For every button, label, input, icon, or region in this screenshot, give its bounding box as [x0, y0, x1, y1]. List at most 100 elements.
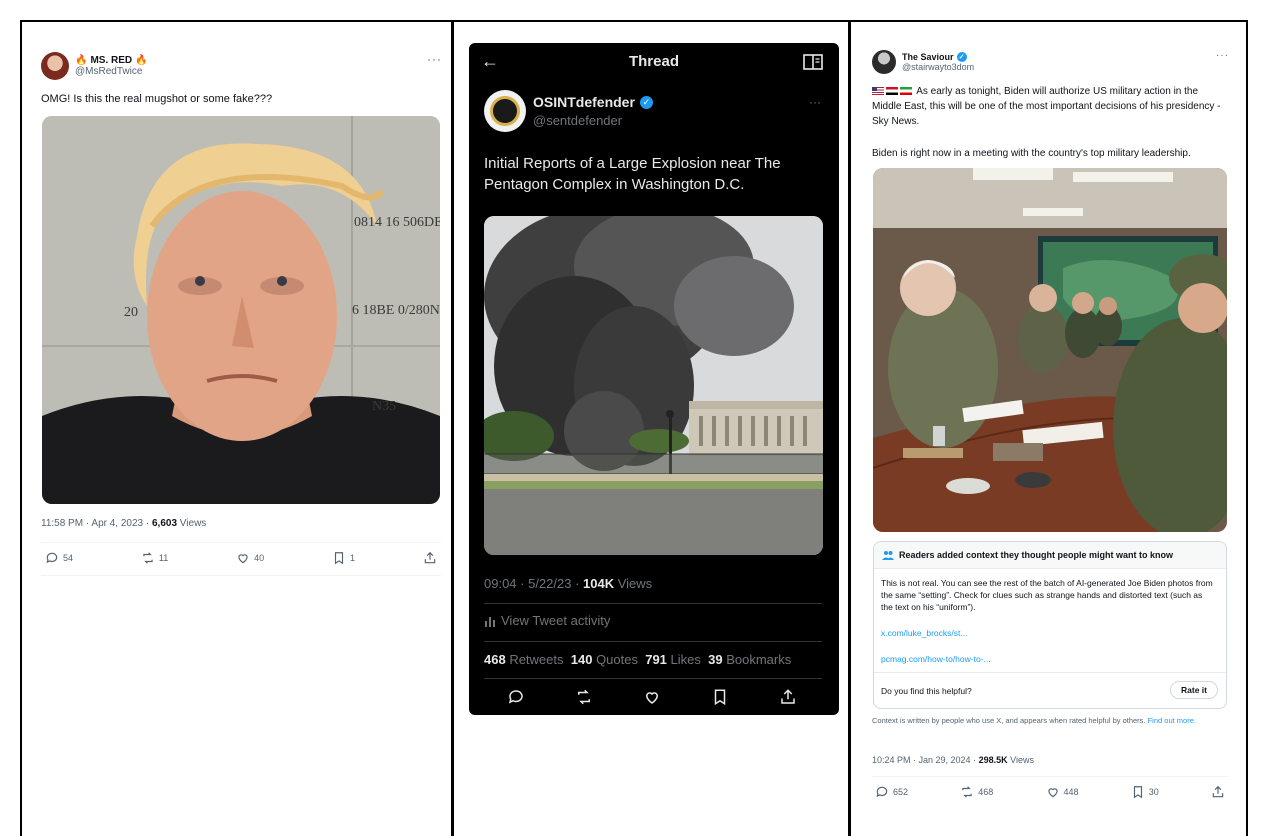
- reply-button[interactable]: 652: [875, 785, 908, 799]
- disclaimer-text: Context is written by people who use X, …: [872, 716, 1146, 725]
- bookmark-count: 30: [1148, 787, 1159, 797]
- timestamp-text: 09:04 · 5/22/23 ·: [484, 576, 584, 591]
- display-name[interactable]: The Saviour: [902, 52, 954, 62]
- reply-icon: [876, 786, 888, 798]
- separator: [872, 776, 1228, 777]
- tweet-stats: 468 Retweets 140 Quotes 791 Likes 39 Boo…: [484, 652, 791, 667]
- bar-chart-icon: [485, 616, 495, 627]
- iran-flag-icon: [900, 87, 912, 96]
- display-name[interactable]: MS. RED: [90, 55, 132, 66]
- timestamp-text: 11:58 PM · Apr 4, 2023 ·: [41, 518, 152, 529]
- fire-icon: 🔥: [75, 55, 88, 66]
- tweet-text: Initial Reports of a Large Explosion nea…: [484, 155, 781, 193]
- reply-icon: [46, 552, 58, 564]
- more-options-icon[interactable]: ···: [1216, 50, 1229, 61]
- us-flag-icon: [872, 87, 884, 96]
- activity-label: View Tweet activity: [501, 613, 611, 628]
- reader-icon[interactable]: [803, 54, 823, 70]
- separator: [41, 542, 441, 543]
- heart-icon: [238, 554, 248, 564]
- like-button[interactable]: 448: [1046, 785, 1079, 799]
- avatar[interactable]: [872, 50, 896, 74]
- note-link[interactable]: x.com/luke_brocks/st...: [881, 628, 967, 638]
- like-count: 40: [254, 553, 265, 563]
- egypt-flag-icon: [886, 87, 898, 96]
- stat-value: 791: [645, 652, 667, 667]
- image-text: N35: [372, 399, 396, 414]
- reply-button[interactable]: 54: [45, 551, 73, 565]
- shield-logo-icon: [490, 96, 520, 126]
- stat-value: 140: [570, 652, 593, 667]
- more-options-icon[interactable]: ···: [427, 52, 442, 66]
- tweet-card-2: ← Thread OSINTdefender ✓ @sentdefender ·…: [469, 43, 839, 715]
- retweet-count: 11: [158, 553, 169, 563]
- bookmark-count: 1: [350, 553, 356, 563]
- share-icon: [424, 551, 436, 564]
- retweet-icon[interactable]: [575, 688, 593, 706]
- panel-divider: [848, 20, 851, 836]
- rate-it-button[interactable]: Rate it: [1170, 681, 1218, 699]
- user-handle[interactable]: @stairwayto3dom: [902, 62, 974, 72]
- user-handle[interactable]: @sentdefender: [533, 113, 622, 128]
- find-out-more-link[interactable]: Find out more.: [1148, 716, 1196, 725]
- like-count: 448: [1063, 787, 1079, 797]
- explosion-illustration: [484, 216, 823, 555]
- display-name[interactable]: OSINTdefender: [533, 94, 635, 110]
- image-text: 6 18BE 0/280ND: [352, 303, 440, 318]
- share-button[interactable]: [423, 551, 437, 565]
- separator: [874, 672, 1226, 673]
- tweet-timestamp: 10:24 PM · Jan 29, 2024 · 298.5K Views: [872, 755, 1034, 765]
- tweet-timestamp: 11:58 PM · Apr 4, 2023 · 6,603 Views: [41, 518, 206, 529]
- views-count: 6,603: [152, 518, 178, 529]
- reply-count: 652: [893, 787, 909, 797]
- image-text: 20: [124, 305, 138, 320]
- tweet-image[interactable]: 0814 16 506DE 20 6 18BE 0/280ND N35: [42, 116, 440, 504]
- tweet-text: OMG! Is this the real mugshot or some fa…: [41, 93, 273, 105]
- bookmark-button[interactable]: 30: [1131, 785, 1159, 799]
- retweet-button[interactable]: 11: [141, 551, 168, 565]
- note-link[interactable]: pcmag.com/how-to/how-to-...: [881, 654, 991, 664]
- user-handle[interactable]: @MsRedTwice: [75, 66, 148, 77]
- bookmark-icon[interactable]: [711, 688, 729, 706]
- reply-icon[interactable]: [507, 688, 525, 706]
- action-bar: 652 468 448 30: [875, 785, 1225, 799]
- stat-quotes[interactable]: 140 Quotes: [571, 652, 638, 667]
- stat-retweets[interactable]: 468 Retweets: [484, 652, 564, 667]
- note-body: This is not real. You can see the rest o…: [881, 578, 1213, 612]
- people-icon: [882, 551, 894, 560]
- separator: [484, 678, 822, 679]
- share-icon[interactable]: [779, 688, 797, 706]
- avatar[interactable]: [484, 90, 526, 132]
- situation-room-illustration: [873, 168, 1227, 532]
- stat-label: Retweets: [505, 652, 564, 667]
- views-count: 298.5K: [978, 755, 1008, 765]
- stat-likes[interactable]: 791 Likes: [645, 652, 701, 667]
- retweet-button[interactable]: 468: [960, 785, 993, 799]
- tweet-text-paragraph: As early as tonight, Biden will authoriz…: [872, 86, 1221, 127]
- views-label: Views: [1007, 755, 1034, 765]
- helpful-question: Do you find this helpful?: [881, 686, 972, 696]
- views-count: 104K: [583, 576, 615, 591]
- avatar[interactable]: [41, 52, 69, 80]
- view-activity-link[interactable]: View Tweet activity: [484, 613, 610, 628]
- like-button[interactable]: 40: [236, 551, 264, 565]
- separator: [484, 641, 822, 642]
- share-button[interactable]: [1211, 785, 1225, 799]
- heart-icon[interactable]: [643, 688, 661, 706]
- views-label: Views: [614, 576, 653, 591]
- thread-title: Thread: [628, 53, 679, 70]
- tweet-image[interactable]: [873, 168, 1227, 532]
- tweet-image[interactable]: [484, 216, 823, 555]
- share-icon: [1212, 785, 1224, 798]
- bookmark-button[interactable]: 1: [332, 551, 355, 565]
- tweet-text: As early as tonight, Biden will authoriz…: [872, 84, 1226, 129]
- panel-divider: [451, 20, 454, 836]
- reply-count: 54: [63, 553, 74, 563]
- stat-bookmarks[interactable]: 39 Bookmarks: [708, 652, 791, 667]
- stat-label: Quotes: [592, 652, 638, 667]
- tweet-timestamp: 09:04 · 5/22/23 · 104K Views: [484, 576, 652, 591]
- more-options-icon[interactable]: ···: [809, 95, 821, 109]
- note-title: Readers added context they thought peopl…: [899, 550, 1174, 560]
- verified-badge-icon: ✓: [639, 95, 653, 109]
- stat-label: Likes: [666, 652, 701, 667]
